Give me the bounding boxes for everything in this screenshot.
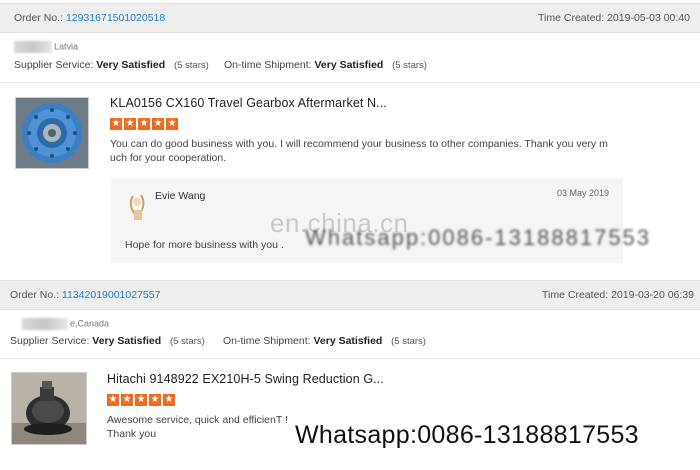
divider	[0, 358, 700, 359]
buyer-info: e,Canada	[22, 318, 109, 330]
star-icon: ★	[166, 118, 178, 130]
product-title[interactable]: KLA0156 CX160 Travel Gearbox Aftermarket…	[110, 96, 387, 110]
star-icon: ★	[152, 118, 164, 130]
star-icon: ★	[138, 118, 150, 130]
avatar	[129, 194, 145, 220]
time-created: Time Created: 2019-05-03 00:40	[538, 12, 690, 24]
reply-text: Hope for more business with you .	[125, 239, 284, 251]
reply-date: 03 May 2019	[556, 188, 609, 198]
gearbox-image	[16, 98, 88, 168]
order-number-link[interactable]: 11342019001027557	[62, 289, 161, 301]
star-icon: ★	[110, 118, 122, 130]
star-icon: ★	[135, 394, 147, 406]
product-title[interactable]: Hitachi 9148922 EX210H-5 Swing Reduction…	[107, 372, 384, 386]
supplier-service-rating: Supplier Service: Very Satisfied (5 star…	[10, 335, 205, 347]
product-thumbnail[interactable]	[11, 372, 87, 445]
star-icon: ★	[124, 118, 136, 130]
shipment-rating: On-time Shipment: Very Satisfied (5 star…	[223, 335, 426, 347]
buyer-info: Latvia	[14, 41, 78, 53]
star-icon: ★	[107, 394, 119, 406]
order-number-label: Order No.: 11342019001027557	[10, 289, 161, 301]
shipment-rating: On-time Shipment: Very Satisfied (5 star…	[224, 59, 427, 71]
product-thumbnail[interactable]	[15, 97, 89, 169]
star-icon: ★	[149, 394, 161, 406]
buyer-name-blurred	[14, 41, 52, 53]
order-number-link[interactable]: 12931671501020518	[66, 12, 165, 24]
star-icon: ★	[121, 394, 133, 406]
supplier-service-rating: Supplier Service: Very Satisfied (5 star…	[14, 59, 209, 71]
reply-author: Evie Wang	[155, 190, 206, 202]
rating-stars: ★ ★ ★ ★ ★	[110, 118, 178, 130]
rating-stars: ★ ★ ★ ★ ★	[107, 394, 175, 406]
review-text: You can do good business with you. I wil…	[110, 138, 608, 164]
order-header: Order No.: 12931671501020518 Time Create…	[0, 3, 700, 33]
buyer-name-blurred	[22, 318, 68, 330]
order-number-label: Order No.: 12931671501020518	[14, 12, 166, 24]
star-icon: ★	[163, 394, 175, 406]
order-header: Order No.: 11342019001027557 Time Create…	[0, 280, 700, 310]
divider	[0, 82, 700, 83]
watermark-blurred-whatsapp: Whatsapp:0086-13188817553	[305, 225, 652, 250]
swing-reduction-image	[12, 373, 86, 444]
time-created: Time Created: 2019-03-20 06:39	[542, 289, 694, 301]
watermark-whatsapp: Whatsapp:0086-13188817553	[295, 421, 639, 449]
